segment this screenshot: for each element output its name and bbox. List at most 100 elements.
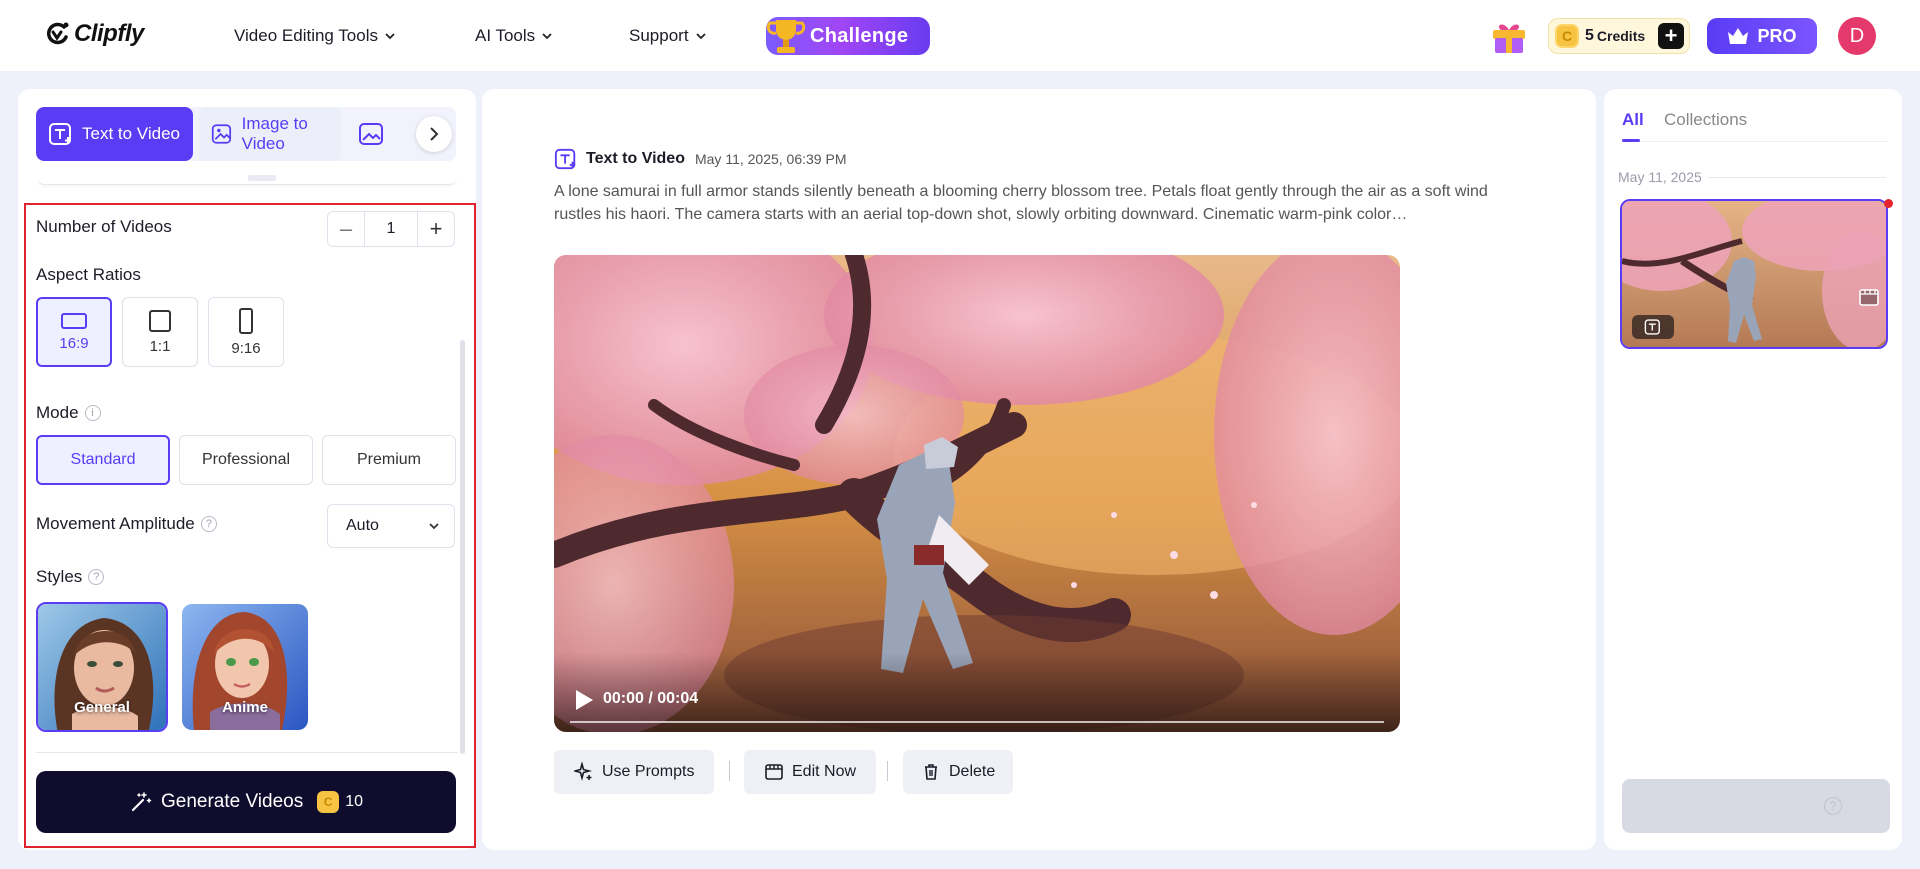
ratio-1-1-option[interactable]: 1:1 [122,297,198,367]
use-prompts-button[interactable]: Use Prompts [554,750,715,794]
mode-premium-button[interactable]: Premium [322,435,456,485]
video-player[interactable]: 00:00 / 00:04 [554,255,1400,732]
edit-now-button[interactable]: Edit Now [744,750,877,794]
nav-support[interactable]: Support [629,0,707,71]
tabs-border [1622,141,1888,142]
styles-label-row: Styles ? [36,567,105,587]
history-video-thumbnail[interactable] [1620,199,1888,349]
pro-button[interactable]: PRO [1707,18,1817,54]
history-panel: All Collections May 11, 2025 ? [1604,89,1902,850]
tab-all[interactable]: All [1622,110,1644,130]
trophy-icon [766,20,806,53]
movement-amplitude-label-row: Movement Amplitude ? [36,514,217,534]
generate-label: Generate Videos [160,791,304,812]
clipfly-logo[interactable]: Clipfly [44,20,144,48]
pro-label: PRO [1757,25,1797,46]
ratio-9-16-option[interactable]: 9:16 [208,297,284,367]
film-edit-icon[interactable] [1858,287,1880,309]
chevron-down-icon [385,32,395,39]
video-time: 00:00 / 00:04 [603,690,699,707]
trash-icon [925,764,937,780]
nav-video-editing-tools[interactable]: Video Editing Tools [234,0,396,71]
nav-ai-tools[interactable]: AI Tools [475,0,553,71]
mode-professional-button[interactable]: Professional [179,435,313,485]
help-icon: ? [1824,797,1842,815]
help-icon[interactable]: ? [200,516,217,532]
video-progress-bar[interactable] [570,721,1384,723]
film-edit-icon [765,764,783,780]
style-anime-card[interactable]: Anime [182,604,308,730]
style-general-card[interactable]: General [36,602,168,732]
ratio-label: 1:1 [149,337,171,355]
action-label: Use Prompts [602,763,695,780]
credits-badge[interactable]: C 5 Credits + [1548,18,1690,54]
credits-count: 5 [1585,27,1594,44]
play-icon[interactable] [574,689,594,711]
increment-button[interactable]: + [418,212,454,246]
logo-text: Clipfly [74,20,144,47]
nav-label: Video Editing Tools [234,25,378,45]
mode-standard-button[interactable]: Standard [36,435,170,485]
challenge-label: Challenge [810,24,909,47]
decrement-button[interactable]: – [328,212,364,246]
mode-label: Mode [36,403,79,422]
image-icon [359,123,383,145]
movement-amplitude-label: Movement Amplitude [36,514,195,533]
generate-cost: 10 [345,793,364,810]
user-avatar[interactable]: D [1838,17,1876,55]
settings-scrollbar[interactable] [460,340,465,754]
text-to-video-icon [554,148,576,170]
landscape-icon [61,312,87,329]
image-to-video-icon [211,124,232,144]
mode-label-row: Mode i [36,403,101,423]
text-to-video-icon [49,123,71,145]
gift-icon[interactable] [1489,16,1529,56]
action-label: Edit Now [792,763,857,780]
generate-videos-button[interactable]: Generate Videos C 10 [36,771,456,833]
tab-collections[interactable]: Collections [1664,110,1747,130]
credit-coin-icon: C [317,791,340,813]
history-action-button[interactable]: ? [1622,779,1890,833]
prompt-text: A lone samurai in full armor stands sile… [554,183,1488,223]
challenge-button[interactable]: Challenge [766,17,930,55]
style-label: Anime [222,699,268,716]
movement-amplitude-select[interactable]: Auto [327,504,455,548]
delete-button[interactable]: Delete [903,750,1014,794]
top-header: Clipfly Video Editing Tools AI Tools Sup… [0,0,1920,71]
crown-icon [1728,28,1749,44]
generation-settings-panel: Text to Video Image to Video Number of V… [18,89,476,850]
magic-wand-icon [131,792,152,812]
text-to-video-icon [1644,319,1660,335]
tabs-next-button[interactable] [416,116,452,152]
divider [36,752,458,753]
mode-tabs: Text to Video Image to Video [36,107,456,161]
tab-label: Image to Video [241,114,308,153]
tab-image-to-video[interactable]: Image to Video [199,107,341,161]
add-credits-button[interactable]: + [1658,23,1684,49]
task-date: May 11, 2025, 06:39 PM [694,151,847,167]
result-panel: Text to Video May 11, 2025, 06:39 PM A l… [482,89,1596,850]
separator [729,761,730,781]
help-icon[interactable]: ? [88,569,105,585]
number-of-videos-label: Number of Videos [36,217,172,236]
sparkle-icon [574,762,593,782]
new-indicator-dot [1884,199,1893,208]
text-to-video-badge [1632,315,1674,339]
chevron-down-icon [429,523,439,530]
info-icon[interactable]: i [84,405,101,421]
select-value: Auto [346,517,379,534]
ratio-16-9-option[interactable]: 16:9 [36,297,112,367]
history-date-group: May 11, 2025 [1618,169,1886,185]
prompt-area-edge [38,173,456,185]
square-icon [149,309,171,332]
history-date: May 11, 2025 [1618,169,1702,185]
chevron-down-icon [542,32,552,39]
nav-label: AI Tools [475,25,536,45]
logo-icon [47,22,69,45]
chevron-right-icon [430,127,439,141]
chevron-down-icon [695,32,706,39]
task-type: Text to Video [586,150,685,167]
tab-text-to-video[interactable]: Text to Video [36,107,193,161]
stepper-value[interactable]: 1 [364,212,418,246]
tab-label: Text to Video [82,124,180,143]
